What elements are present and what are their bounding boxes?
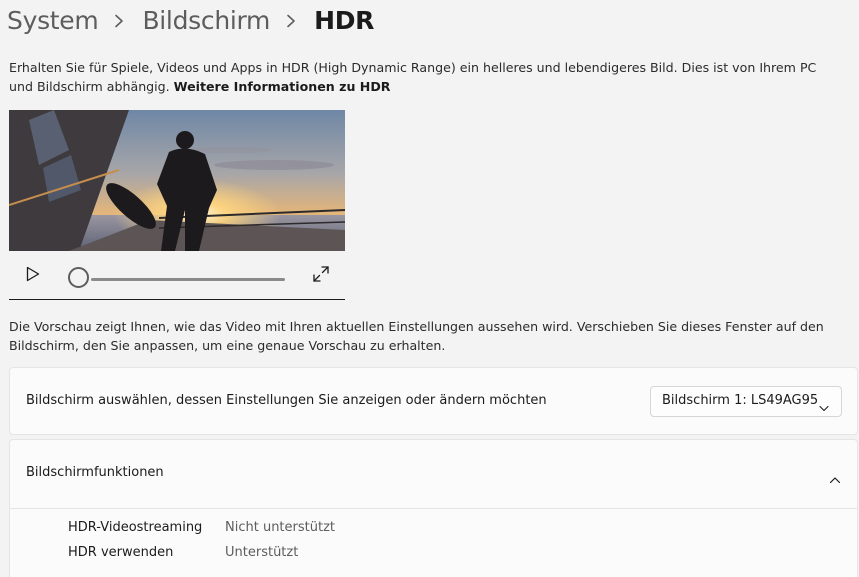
feature-name: HDR verwenden [68, 545, 174, 560]
chevron-down-icon [819, 397, 829, 416]
chevron-right-icon [114, 2, 128, 38]
seek-bar[interactable] [91, 278, 285, 281]
hdr-description: Erhalten Sie für Spiele, Videos und Apps… [9, 59, 844, 96]
fullscreen-icon[interactable] [312, 265, 330, 283]
seek-thumb[interactable] [68, 267, 89, 288]
preview-note: Die Vorschau zeigt Ihnen, wie das Video … [9, 319, 824, 353]
feature-name: HDR-Videostreaming [68, 520, 203, 535]
display-features-card: Bildschirmfunktionen HDR-Videostreaming … [9, 439, 858, 577]
display-features-header[interactable]: Bildschirmfunktionen [10, 440, 857, 509]
display-features-title: Bildschirmfunktionen [26, 465, 164, 480]
breadcrumb-bildschirm[interactable]: Bildschirm [142, 6, 270, 35]
breadcrumb-system[interactable]: System [7, 6, 99, 35]
display-select-card: Bildschirm auswählen, dessen Einstellung… [9, 367, 858, 435]
display-dropdown-value: Bildschirm 1: LS49AG95 [662, 393, 819, 408]
page-title: HDR [314, 5, 375, 35]
chevron-up-icon[interactable] [829, 469, 841, 488]
display-dropdown[interactable]: Bildschirm 1: LS49AG95 [650, 386, 842, 417]
feature-value: Unterstützt [225, 545, 299, 560]
display-select-label: Bildschirm auswählen, dessen Einstellung… [26, 393, 547, 408]
hdr-description-text: Erhalten Sie für Spiele, Videos und Apps… [9, 60, 817, 94]
video-preview [9, 110, 345, 251]
feature-value: Nicht unterstützt [225, 520, 335, 535]
play-icon[interactable] [23, 264, 43, 284]
breadcrumb: System Bildschirm HDR [7, 2, 374, 38]
learn-more-link[interactable]: Weitere Informationen zu HDR [174, 79, 391, 94]
video-controls [9, 251, 345, 300]
chevron-right-icon [286, 2, 300, 38]
